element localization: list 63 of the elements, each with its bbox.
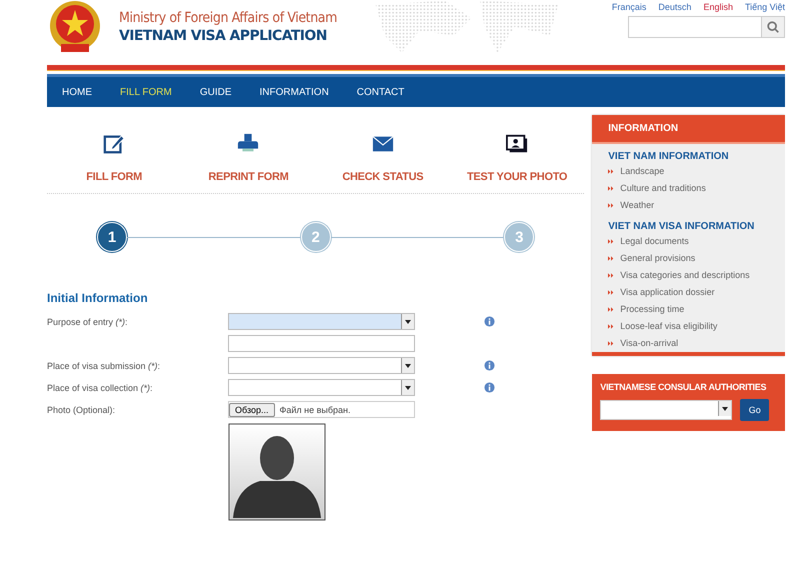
site-title: VIETNAM VISA APPLICATION: [119, 28, 328, 44]
browse-button[interactable]: Обзор...: [229, 402, 274, 416]
dropdown-field[interactable]: [228, 313, 415, 330]
info-icon[interactable]: [484, 382, 495, 393]
step-circle: 2: [300, 222, 331, 252]
nav-tab[interactable]: HOME: [62, 86, 92, 98]
service-link[interactable]: TEST YOUR PHOTO: [466, 171, 568, 183]
bullet-icon: [608, 324, 614, 329]
bullet-icon: [608, 273, 614, 278]
bullet-icon: [608, 203, 614, 208]
info-icon[interactable]: [484, 360, 495, 371]
sidebar-link[interactable]: Processing time: [620, 304, 684, 314]
field-label: Photo (Optional):: [47, 404, 116, 414]
bullet-icon: [608, 307, 614, 312]
dropdown-field[interactable]: [600, 400, 732, 420]
bullet-icon: [608, 341, 614, 346]
sidebar-link[interactable]: Legal documents: [620, 236, 689, 246]
section-heading: VIET NAM VISA INFORMATION: [607, 220, 756, 233]
bullet-icon: [608, 169, 614, 174]
bullet-icon: [608, 256, 614, 261]
sidebar-link[interactable]: Visa-on-arrival: [620, 338, 678, 348]
panel-title: VIETNAMESE CONSULAR AUTHORITIES: [600, 382, 768, 392]
bullet-icon: [608, 239, 614, 244]
go-button[interactable]: Go: [740, 399, 770, 421]
service-link[interactable]: CHECK STATUS: [342, 171, 424, 183]
sidebar-link[interactable]: Culture and traditions: [620, 183, 706, 193]
search-icon[interactable]: [761, 17, 784, 37]
ministry-name: Ministry of Foreign Affairs of Vietnam: [119, 10, 337, 26]
sidebar-link[interactable]: Visa application dossier: [620, 287, 715, 297]
sidebar-link[interactable]: Weather: [620, 200, 654, 210]
sidebar-link[interactable]: General provisions: [620, 253, 696, 263]
step-circle: 3: [504, 222, 534, 252]
service-link[interactable]: REPRINT FORM: [208, 171, 289, 183]
language-link[interactable]: Tiếng Việt: [744, 1, 785, 13]
bullet-icon: [608, 186, 614, 191]
step-circle: 1: [97, 222, 127, 252]
panel-title: INFORMATION: [592, 115, 785, 144]
sidebar-link[interactable]: Visa categories and descriptions: [620, 270, 750, 280]
field-label: Purpose of entry (*):: [47, 316, 128, 326]
field-label: Place of visa submission (*):: [47, 360, 160, 370]
text-field[interactable]: [228, 335, 415, 352]
field-label: Place of visa collection (*):: [47, 382, 153, 392]
search-field[interactable]: [628, 16, 785, 38]
nav-tab[interactable]: FILL FORM: [120, 86, 172, 98]
edit-icon[interactable]: [103, 133, 126, 155]
language-link[interactable]: English: [703, 1, 733, 13]
file-input[interactable]: Обзор... Файл не выбран.: [228, 401, 415, 418]
language-link[interactable]: Deutsch: [658, 1, 692, 13]
sidebar-link[interactable]: Loose-leaf visa eligibility: [620, 321, 718, 331]
sidebar-link[interactable]: Landscape: [620, 166, 664, 176]
nav-tab[interactable]: GUIDE: [200, 86, 232, 98]
photo-id-icon[interactable]: [506, 133, 528, 155]
language-link[interactable]: Français: [612, 1, 646, 13]
dropdown-field[interactable]: [228, 379, 415, 396]
info-icon[interactable]: [484, 316, 495, 327]
file-status: Файл не выбран.: [280, 404, 350, 414]
service-link[interactable]: FILL FORM: [86, 171, 142, 183]
nav-tab[interactable]: INFORMATION: [260, 86, 329, 98]
section-heading: VIET NAM INFORMATION: [607, 150, 730, 163]
nav-tab[interactable]: CONTACT: [356, 86, 404, 98]
section-heading: Initial Information: [47, 291, 149, 305]
bullet-icon: [608, 290, 614, 295]
dropdown-field[interactable]: [228, 357, 415, 374]
